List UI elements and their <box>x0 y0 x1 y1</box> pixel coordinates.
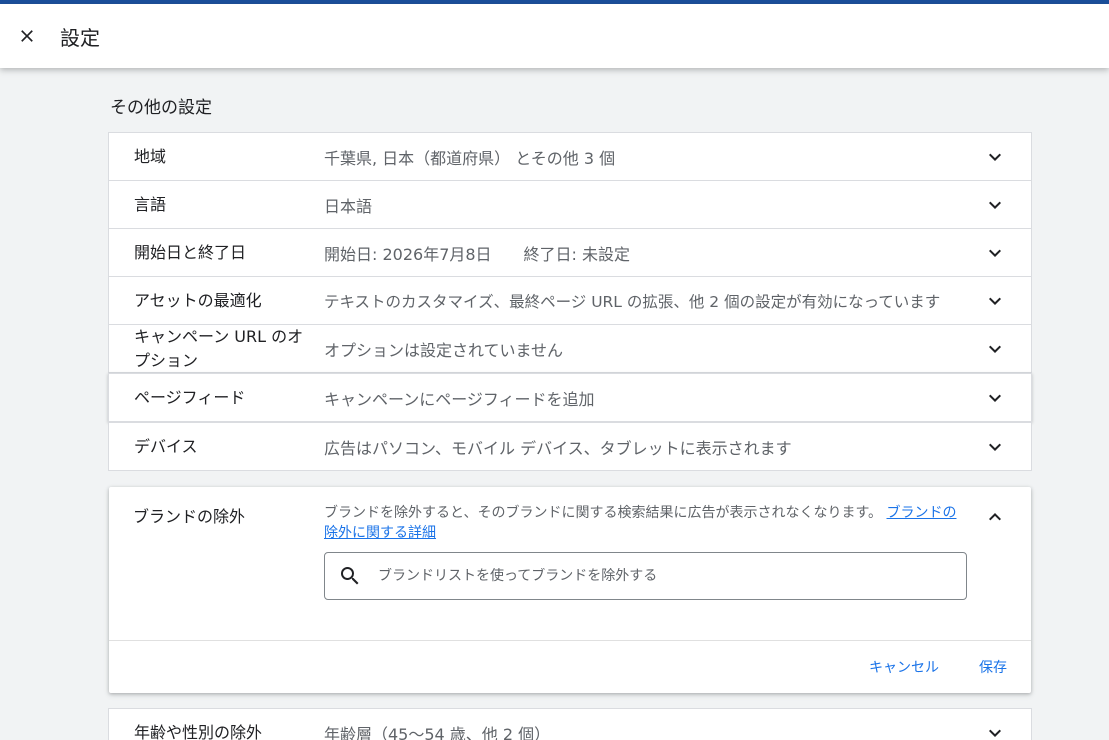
brand-list-search[interactable] <box>324 552 967 600</box>
row-value: 広告はパソコン、モバイル デバイス、タブレットに表示されます <box>324 438 792 458</box>
row-label: アセットの最適化 <box>134 290 262 310</box>
brand-exclusions-label: ブランドの除外 <box>133 507 246 526</box>
close-button[interactable] <box>10 19 44 53</box>
row-label: 言語 <box>134 194 167 214</box>
settings-row-start-end-dates[interactable]: 開始日と終了日 開始日: 2026年7月8日 終了日: 未設定 <box>108 228 1032 277</box>
description-text: ブランドを除外すると、そのブランドに関する検索結果に広告が表示されなくなります。 <box>324 505 883 521</box>
row-value: オプションは設定されていません <box>324 340 564 360</box>
row-label: ページフィード <box>134 387 246 407</box>
settings-row-locations[interactable]: 地域 千葉県, 日本（都道府県） とその他 3 個 <box>108 132 1032 181</box>
chevron-down-icon <box>989 443 1001 451</box>
settings-row-asset-optimization[interactable]: アセットの最適化 テキストのカスタマイズ、最終ページ URL の拡張、他 2 個… <box>108 276 1032 325</box>
row-value: 年齢層（45〜54 歳、他 2 個） <box>324 724 551 740</box>
panel-actions: キャンセル 保存 <box>857 641 1031 693</box>
save-button[interactable]: 保存 <box>967 649 1019 685</box>
settings-row-languages[interactable]: 言語 日本語 <box>108 180 1032 229</box>
page-title: 設定 <box>60 25 100 50</box>
search-icon <box>341 567 359 585</box>
chevron-down-icon <box>989 345 1001 353</box>
row-label: 年齢や性別の除外 <box>134 722 263 740</box>
chevron-down-icon <box>989 153 1001 161</box>
chevron-up-icon[interactable] <box>983 505 1007 529</box>
chevron-down-icon <box>989 394 1001 402</box>
settings-row-age-gender-exclusions[interactable]: 年齢や性別の除外 年齢層（45〜54 歳、他 2 個） <box>108 708 1032 740</box>
settings-header: 設定 <box>0 4 1109 68</box>
row-value: 千葉県, 日本（都道府県） とその他 3 個 <box>324 148 616 168</box>
cancel-button[interactable]: キャンセル <box>857 649 951 685</box>
settings-row-devices[interactable]: デバイス 広告はパソコン、モバイル デバイス、タブレットに表示されます <box>108 422 1032 471</box>
row-value: 開始日: 2026年7月8日 終了日: 未設定 <box>324 244 631 264</box>
settings-row-campaign-url-options[interactable]: キャンペーン URL のオプション オプションは設定されていません <box>108 324 1032 373</box>
row-value: キャンペーンにページフィードを追加 <box>324 389 595 409</box>
brand-exclusions-panel: ブランドの除外 ブランドを除外すると、そのブランドに関する検索結果に広告が表示さ… <box>109 487 1031 693</box>
settings-row-page-feeds[interactable]: ページフィード キャンペーンにページフィードを追加 <box>108 373 1032 422</box>
chevron-down-icon <box>989 297 1001 305</box>
row-label: 開始日と終了日 <box>134 242 247 262</box>
section-title: その他の設定 <box>110 98 212 118</box>
row-value: テキストのカスタマイズ、最終ページ URL の拡張、他 2 個の設定が有効になっ… <box>324 292 941 311</box>
row-label: デバイス <box>134 436 198 456</box>
row-value: 日本語 <box>324 196 373 216</box>
chevron-down-icon <box>989 729 1001 737</box>
chevron-down-icon <box>989 201 1001 209</box>
row-label: 地域 <box>134 146 167 166</box>
row-label: キャンペーン URL のオプション <box>134 326 304 370</box>
brand-exclusions-description: ブランドを除外すると、そのブランドに関する検索結果に広告が表示されなくなります。… <box>324 503 969 543</box>
chevron-down-icon <box>989 249 1001 257</box>
close-icon <box>21 30 33 42</box>
brand-list-search-input[interactable] <box>378 568 938 584</box>
